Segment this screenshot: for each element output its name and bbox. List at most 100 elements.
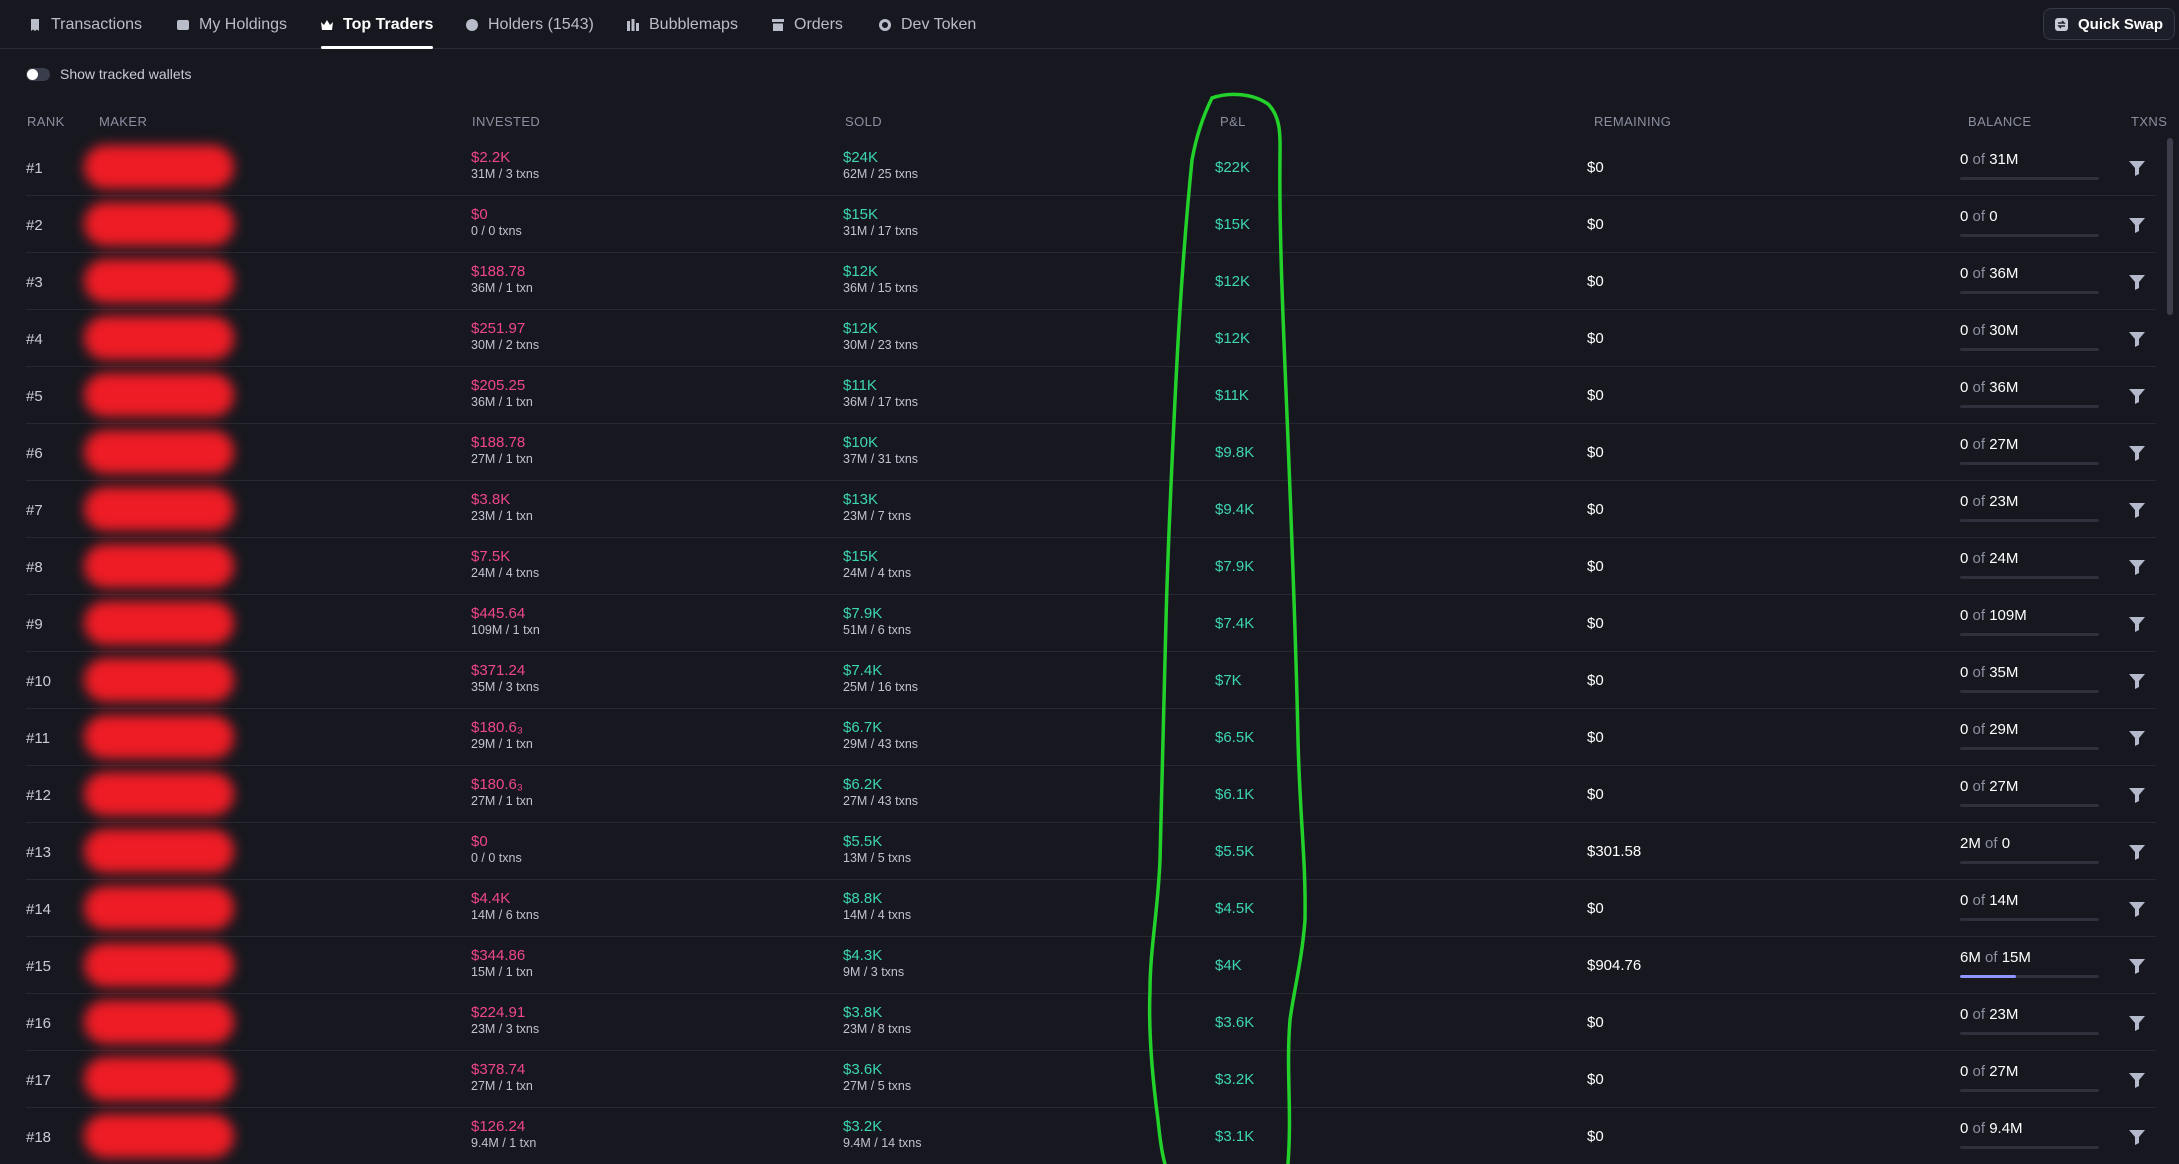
- maker-redacted: [84, 202, 234, 246]
- balance-total: 23M: [1989, 1006, 2019, 1023]
- filter-txns-icon[interactable]: [2128, 1128, 2146, 1146]
- invested-cell: $0 0 / 0 txns: [471, 206, 522, 239]
- col-header-txns[interactable]: TXNS: [2131, 114, 2167, 129]
- tab-transactions[interactable]: Transactions: [29, 0, 142, 49]
- tab-dev-token[interactable]: Dev Token: [879, 0, 976, 49]
- scrollbar-thumb[interactable]: [2167, 138, 2173, 315]
- maker-redacted: [84, 259, 234, 303]
- table-row[interactable]: #8 $7.5K 24M / 4 txns $15K 24M / 4 txns $7.9K…: [26, 538, 2156, 595]
- quick-swap-button[interactable]: Quick Swap: [2043, 8, 2175, 40]
- filter-txns-icon[interactable]: [2128, 216, 2146, 234]
- invested-detail: 27M / 1 txn: [471, 452, 533, 466]
- sold-detail: 9.4M / 14 txns: [843, 1136, 922, 1150]
- maker-redacted: [84, 145, 234, 189]
- tab-orders[interactable]: Orders: [772, 0, 843, 49]
- col-header-rank[interactable]: RANK: [27, 114, 65, 129]
- tab-label: Top Traders: [343, 15, 434, 33]
- rank-cell: #9: [26, 616, 43, 633]
- balance-text: 0 of 23M: [1960, 1006, 2018, 1023]
- table-row[interactable]: #7 $3.8K 23M / 1 txn $13K 23M / 7 txns $9.4K $…: [26, 481, 2156, 538]
- table-row[interactable]: #15 $344.86 15M / 1 txn $4.3K 9M / 3 txns $4K…: [26, 937, 2156, 994]
- sold-cell: $10K 37M / 31 txns: [843, 434, 918, 467]
- tracked-wallets-toggle[interactable]: [26, 67, 50, 81]
- invested-detail: 27M / 1 txn: [471, 794, 533, 808]
- balance-bar: [1960, 861, 2099, 864]
- filter-txns-icon[interactable]: [2128, 786, 2146, 804]
- table-row[interactable]: #3 $188.78 36M / 1 txn $12K 36M / 15 txns $12…: [26, 253, 2156, 310]
- table-row[interactable]: #1 $2.2K 31M / 3 txns $24K 62M / 25 txns $22K…: [26, 139, 2156, 196]
- invested-value: $180.6₃: [471, 719, 523, 736]
- filter-txns-icon[interactable]: [2128, 330, 2146, 348]
- sold-cell: $13K 23M / 7 txns: [843, 491, 911, 524]
- balance-bar: [1960, 348, 2099, 351]
- balance-of: of: [1972, 550, 1986, 567]
- remaining-value: $0: [1587, 1014, 1604, 1031]
- table-row[interactable]: #13 $0 0 / 0 txns $5.5K 13M / 5 txns $5.5K $30…: [26, 823, 2156, 880]
- balance-amount: 6M: [1960, 949, 1981, 966]
- table-row[interactable]: #16 $224.91 23M / 3 txns $3.8K 23M / 8 txns $…: [26, 994, 2156, 1051]
- sold-detail: 29M / 43 txns: [843, 737, 919, 751]
- table-row[interactable]: #10 $371.24 35M / 3 txns $7.4K 25M / 16 txns…: [26, 652, 2156, 709]
- filter-txns-icon[interactable]: [2128, 615, 2146, 633]
- remaining-value: $0: [1587, 273, 1604, 290]
- rank-cell: #7: [26, 502, 43, 519]
- filter-txns-icon[interactable]: [2128, 729, 2146, 747]
- filter-txns-icon[interactable]: [2128, 501, 2146, 519]
- tab-bubblemaps[interactable]: Bubblemaps: [627, 0, 738, 49]
- invested-detail: 23M / 1 txn: [471, 509, 533, 523]
- balance-amount: 0: [1960, 550, 1969, 567]
- filter-txns-icon[interactable]: [2128, 558, 2146, 576]
- filter-txns-icon[interactable]: [2128, 387, 2146, 405]
- pnl-value: $22K: [1215, 159, 1251, 176]
- maker-redacted: [84, 601, 234, 645]
- table-row[interactable]: #4 $251.97 30M / 2 txns $12K 30M / 23 txns $1…: [26, 310, 2156, 367]
- filter-txns-icon[interactable]: [2128, 273, 2146, 291]
- col-header-remaining[interactable]: REMAINING: [1594, 114, 1671, 129]
- sold-cell: $3.2K 9.4M / 14 txns: [843, 1118, 922, 1151]
- filter-txns-icon[interactable]: [2128, 900, 2146, 918]
- balance-total: 0: [2001, 835, 2011, 852]
- tab-my-holdings[interactable]: My Holdings: [177, 0, 287, 49]
- balance-total: 23M: [1989, 493, 2019, 510]
- filter-txns-icon[interactable]: [2128, 843, 2146, 861]
- balance-text: 0 of 27M: [1960, 1063, 2018, 1080]
- invested-cell: $180.6₃ 27M / 1 txn: [471, 776, 533, 809]
- table-row[interactable]: #6 $188.78 27M / 1 txn $10K 37M / 31 txns $9.…: [26, 424, 2156, 481]
- sold-detail: 37M / 31 txns: [843, 452, 919, 466]
- balance-of: of: [1972, 721, 1986, 738]
- rank-cell: #4: [26, 331, 43, 348]
- balance-of: of: [1972, 151, 1986, 168]
- remaining-value: $0: [1587, 387, 1604, 404]
- filter-txns-icon[interactable]: [2128, 159, 2146, 177]
- table-row[interactable]: #14 $4.4K 14M / 6 txns $8.8K 14M / 4 txns $4.…: [26, 880, 2156, 937]
- balance-bar: [1960, 576, 2099, 579]
- table-row[interactable]: #5 $205.25 36M / 1 txn $11K 36M / 17 txns $11…: [26, 367, 2156, 424]
- pnl-value: $9.4K: [1215, 501, 1255, 518]
- table-row[interactable]: #18 $126.24 9.4M / 1 txn $3.2K 9.4M / 14 txn…: [26, 1108, 2156, 1164]
- table-row[interactable]: #12 $180.6₃ 27M / 1 txn $6.2K 27M / 43 txns $…: [26, 766, 2156, 823]
- table-row[interactable]: #17 $378.74 27M / 1 txn $3.6K 27M / 5 txns $3…: [26, 1051, 2156, 1108]
- filter-txns-icon[interactable]: [2128, 444, 2146, 462]
- col-header-invested[interactable]: INVESTED: [472, 114, 540, 129]
- filter-txns-icon[interactable]: [2128, 672, 2146, 690]
- col-header-sold[interactable]: SOLD: [845, 114, 882, 129]
- table-row[interactable]: #11 $180.6₃ 29M / 1 txn $6.7K 29M / 43 txns $…: [26, 709, 2156, 766]
- balance-of: of: [1972, 1063, 1986, 1080]
- invested-value: $180.6₃: [471, 776, 523, 793]
- tab-holders[interactable]: Holders (1543): [466, 0, 594, 49]
- balance-amount: 0: [1960, 1063, 1969, 1080]
- col-header-pnl[interactable]: P&L: [1220, 114, 1246, 129]
- filter-txns-icon[interactable]: [2128, 1071, 2146, 1089]
- balance-total: 27M: [1989, 778, 2019, 795]
- tab-top-traders[interactable]: Top Traders: [321, 0, 434, 49]
- table-row[interactable]: #2 $0 0 / 0 txns $15K 31M / 17 txns $15K $0 0 o…: [26, 196, 2156, 253]
- balance-of: of: [1972, 664, 1986, 681]
- pnl-value: $7K: [1215, 672, 1242, 689]
- filter-txns-icon[interactable]: [2128, 957, 2146, 975]
- col-header-balance[interactable]: BALANCE: [1968, 114, 2032, 129]
- table-row[interactable]: #9 $445.64 109M / 1 txn $7.9K 51M / 6 txns $7…: [26, 595, 2156, 652]
- balance-total: 35M: [1989, 664, 2019, 681]
- col-header-maker[interactable]: MAKER: [99, 114, 147, 129]
- filter-txns-icon[interactable]: [2128, 1014, 2146, 1032]
- rank-cell: #12: [26, 787, 52, 804]
